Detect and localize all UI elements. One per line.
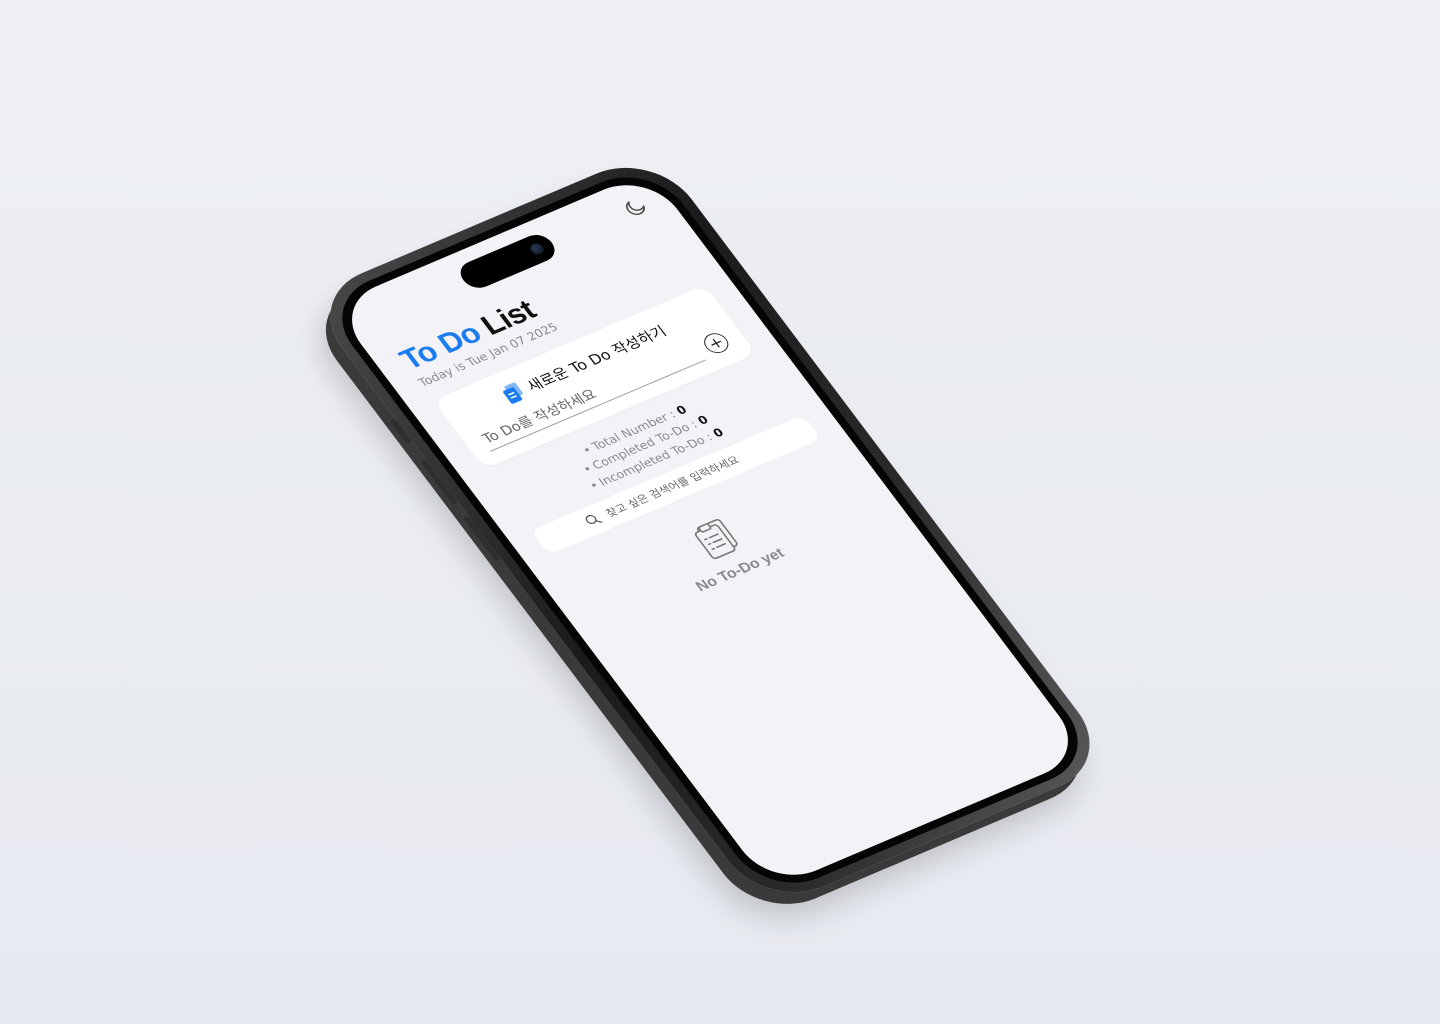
plus-circle-icon: +	[703, 332, 728, 353]
empty-state: No To-Do yet	[566, 462, 882, 635]
moon-icon	[626, 201, 645, 215]
clipboard-icon	[694, 519, 738, 560]
phone-bezel: To Do List Today is Tue Jan 07 2025 새로운 …	[319, 161, 1101, 899]
search-icon	[585, 514, 603, 524]
dynamic-island	[454, 230, 561, 293]
app-screen: To Do List Today is Tue Jan 07 2025 새로운 …	[331, 170, 1089, 890]
phone-action-button	[389, 418, 413, 444]
front-camera	[527, 241, 547, 257]
add-todo-button[interactable]: +	[699, 329, 733, 356]
theme-toggle-button[interactable]	[619, 194, 653, 220]
empty-state-text: No To-Do yet	[692, 545, 788, 595]
phone-mockup: To Do List Today is Tue Jan 07 2025 새로운 …	[304, 149, 1116, 911]
document-icon	[503, 382, 524, 404]
stage: To Do List Today is Tue Jan 07 2025 새로운 …	[0, 0, 1440, 1024]
app-content: To Do List Today is Tue Jan 07 2025 새로운 …	[394, 233, 882, 634]
home-indicator	[868, 789, 981, 839]
